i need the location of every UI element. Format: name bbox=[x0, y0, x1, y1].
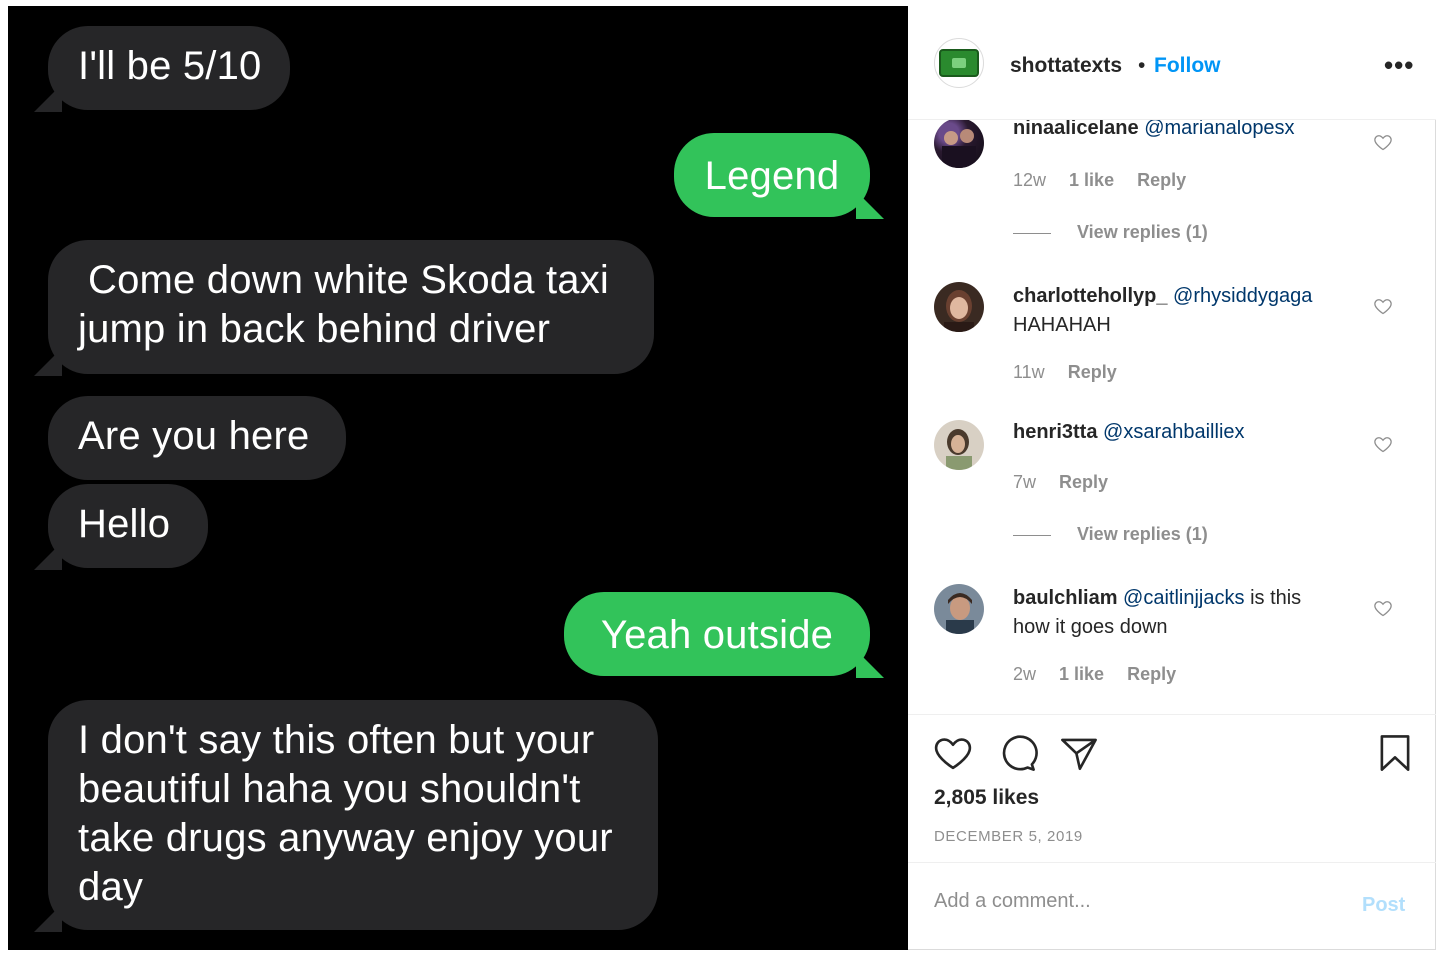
comment-username[interactable]: charlottehollyp_ bbox=[1013, 285, 1167, 307]
replies-divider bbox=[1013, 534, 1051, 536]
message-line: take drugs anyway enjoy your bbox=[78, 816, 613, 860]
comment-meta: 7w Reply bbox=[1013, 472, 1126, 493]
comment-mention[interactable]: @marianalopesx bbox=[1144, 120, 1294, 139]
message-line: jump in back behind driver bbox=[78, 307, 551, 351]
bubble-tail bbox=[34, 904, 62, 932]
message-bubble: Yeah outside bbox=[564, 592, 870, 676]
bubble-tail bbox=[34, 542, 62, 570]
comment-mention[interactable]: @caitlinjjacks bbox=[1123, 587, 1244, 609]
comment-time[interactable]: 2w bbox=[1013, 664, 1036, 684]
person-icon bbox=[944, 290, 974, 332]
small-heart-icon[interactable] bbox=[1373, 296, 1393, 316]
follow-button[interactable]: Follow bbox=[1154, 54, 1221, 78]
comment-avatar[interactable] bbox=[934, 420, 984, 470]
post-comment-button[interactable]: Post bbox=[1362, 894, 1405, 917]
small-heart-icon[interactable] bbox=[1373, 132, 1393, 152]
comment-text: baulchliam @caitlinjjacks is this how it… bbox=[1013, 584, 1353, 642]
comment-body-line: how it goes down bbox=[1013, 616, 1168, 638]
reply-button[interactable]: Reply bbox=[1127, 664, 1176, 684]
comment-text: ninaalicelane @marianalopesx bbox=[1013, 120, 1353, 143]
add-comment-input[interactable] bbox=[934, 890, 1334, 913]
more-icon[interactable]: ••• bbox=[1384, 50, 1414, 81]
likes-count[interactable]: 2,805 likes bbox=[934, 786, 1039, 810]
comment-username[interactable]: baulchliam bbox=[1013, 587, 1117, 609]
view-replies-label: View replies (1) bbox=[1077, 524, 1208, 544]
message-line: day bbox=[78, 865, 144, 909]
comment-mention[interactable]: @xsarahbailliex bbox=[1103, 421, 1244, 443]
separator-dot: • bbox=[1138, 54, 1146, 77]
profile-avatar[interactable] bbox=[934, 38, 984, 88]
view-replies-label: View replies (1) bbox=[1077, 222, 1208, 242]
comment-likes[interactable]: 1 like bbox=[1069, 170, 1114, 190]
comment-text: henri3tta @xsarahbailliex bbox=[1013, 418, 1353, 447]
post-image: I'll be 5/10 Legend Come down white Skod… bbox=[8, 6, 908, 950]
message-line: Come down white Skoda taxi bbox=[88, 258, 610, 302]
message-bubble: I'll be 5/10 bbox=[48, 26, 290, 110]
comment-body: HAHAHAH bbox=[1013, 314, 1111, 336]
message-text: Hello bbox=[78, 502, 171, 546]
message-bubble: Hello bbox=[48, 484, 208, 568]
comment-text: charlottehollyp_ @rhysiddygaga HAHAHAH bbox=[1013, 282, 1353, 340]
people-icon bbox=[942, 129, 976, 168]
message-bubble: Come down white Skoda taxi jump in back … bbox=[48, 240, 654, 374]
reply-button[interactable]: Reply bbox=[1059, 472, 1108, 492]
view-replies-button[interactable]: View replies (1) bbox=[1013, 524, 1208, 545]
reply-button[interactable]: Reply bbox=[1068, 362, 1117, 382]
person-icon bbox=[946, 429, 972, 470]
actions-divider bbox=[908, 714, 1436, 715]
message-bubble: I don't say this often but your beautifu… bbox=[48, 700, 658, 930]
message-bubble: Are you here bbox=[48, 396, 346, 480]
comment-avatar[interactable] bbox=[934, 282, 984, 332]
comment-meta: 12w 1 like Reply bbox=[1013, 170, 1204, 191]
comment-mention[interactable]: @rhysiddygaga bbox=[1173, 285, 1312, 307]
message-bubble: Legend bbox=[674, 133, 870, 217]
message-text: I'll be 5/10 bbox=[78, 44, 262, 88]
message-text: Are you here bbox=[78, 414, 310, 458]
comment-icon[interactable] bbox=[996, 732, 1038, 774]
comment-username[interactable]: henri3tta bbox=[1013, 421, 1097, 443]
heart-icon[interactable] bbox=[932, 732, 974, 774]
comment-likes[interactable]: 1 like bbox=[1059, 664, 1104, 684]
message-text: Legend bbox=[704, 154, 840, 198]
comment-time[interactable]: 7w bbox=[1013, 472, 1036, 492]
post-header: shottatexts • Follow ••• bbox=[908, 6, 1436, 120]
share-icon[interactable] bbox=[1058, 732, 1100, 774]
comments-list[interactable]: ninaalicelane @marianalopesx 12w 1 like … bbox=[908, 120, 1436, 714]
reply-button[interactable]: Reply bbox=[1137, 170, 1186, 190]
person-icon bbox=[946, 593, 974, 634]
bubble-tail bbox=[34, 348, 62, 376]
post-panel: shottatexts • Follow ••• ninaalicelane @… bbox=[908, 6, 1436, 950]
comment-meta: 11w Reply bbox=[1013, 362, 1135, 383]
post-username[interactable]: shottatexts bbox=[1010, 54, 1122, 78]
comment-meta: 2w 1 like Reply bbox=[1013, 664, 1194, 685]
add-comment-divider bbox=[908, 862, 1436, 863]
bubble-tail bbox=[856, 650, 884, 678]
screen-icon bbox=[939, 49, 979, 77]
small-heart-icon[interactable] bbox=[1373, 598, 1393, 618]
message-text: Yeah outside bbox=[600, 613, 834, 657]
message-line: beautiful haha you shouldn't bbox=[78, 767, 581, 811]
comment-time[interactable]: 11w bbox=[1013, 362, 1045, 382]
comment-body: is this bbox=[1250, 587, 1302, 609]
post-date[interactable]: DECEMBER 5, 2019 bbox=[934, 828, 1083, 845]
small-heart-icon[interactable] bbox=[1373, 434, 1393, 454]
comment-time[interactable]: 12w bbox=[1013, 170, 1046, 190]
comment-username[interactable]: ninaalicelane bbox=[1013, 120, 1139, 139]
comment-avatar[interactable] bbox=[934, 584, 984, 634]
bookmark-icon[interactable] bbox=[1374, 732, 1416, 774]
message-line: I don't say this often but your bbox=[78, 718, 595, 762]
view-replies-button[interactable]: View replies (1) bbox=[1013, 222, 1208, 243]
comment-avatar[interactable] bbox=[934, 120, 984, 168]
replies-divider bbox=[1013, 232, 1051, 234]
